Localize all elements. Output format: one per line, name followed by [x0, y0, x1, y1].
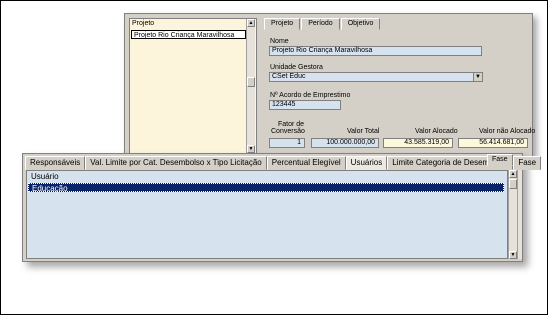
tab-val-limite[interactable]: Val. Limite por Cat. Desembolso x Tipo L… — [85, 156, 267, 170]
tab-fase[interactable]: Fase — [513, 156, 542, 170]
details-tabs: Responsáveis Val. Limite por Cat. Desemb… — [25, 156, 542, 170]
outer-scrollbar[interactable] — [517, 170, 522, 259]
valor-nao-alocado-label: Valor não Alocado — [479, 128, 536, 135]
project-list-header: Projeto — [132, 20, 155, 27]
grid-column-header[interactable]: Usuário — [28, 172, 507, 182]
tab-projeto[interactable]: Projeto — [264, 18, 301, 30]
project-list-item[interactable]: Projeto Rio Criança Maravilhosa — [131, 30, 246, 39]
fator-conversao-field[interactable]: 1 — [269, 138, 305, 148]
scroll-thumb[interactable] — [247, 77, 255, 87]
valor-alocado-field[interactable]: 43.585.319,00 — [383, 138, 453, 148]
unidade-gestora-select[interactable]: CSet Educ ▼ — [269, 72, 483, 82]
acordo-field[interactable]: 123445 — [269, 100, 341, 110]
unidade-gestora-label: Unidade Gestora — [270, 64, 323, 71]
nome-label: Nome — [270, 38, 289, 45]
tab-objetivo[interactable]: Objetivo — [340, 18, 381, 30]
project-list[interactable]: Projeto Projeto Rio Criança Maravilhosa … — [129, 18, 257, 154]
valor-alocado-label: Valor Alocado — [415, 128, 458, 135]
scroll-up-icon[interactable]: ▲ — [247, 19, 255, 27]
chevron-down-icon[interactable]: ▼ — [473, 73, 482, 81]
valor-nao-alocado-field[interactable]: 56.414.681,00 — [458, 138, 528, 148]
fator-label-line2: Conversão — [271, 128, 305, 135]
scroll-thumb[interactable] — [509, 179, 517, 189]
scroll-down-icon[interactable]: ▼ — [247, 145, 255, 153]
project-list-scrollbar[interactable]: ▲ ▼ — [246, 19, 255, 153]
details-window: Responsáveis Val. Limite por Cat. Desemb… — [22, 153, 542, 262]
fator-label-line1: Fator de — [278, 121, 305, 128]
valor-total-field[interactable]: 100.000.000,00 — [311, 138, 379, 148]
unidade-gestora-value: CSet Educ — [272, 73, 306, 80]
scroll-up-icon[interactable]: ▲ — [509, 170, 517, 178]
acordo-label: Nº Acordo de Emprestimo — [270, 92, 351, 99]
tab-responsaveis[interactable]: Responsáveis — [25, 156, 86, 170]
nome-field[interactable]: Projeto Rio Criança Maravilhosa — [269, 46, 482, 56]
tab-periodo[interactable]: Período — [301, 18, 340, 30]
grid-scrollbar[interactable]: ▲ ▼ — [508, 170, 517, 259]
tab-fase-secondary[interactable]: Fase — [487, 154, 513, 166]
usuarios-grid[interactable]: Usuário Educação — [26, 170, 508, 259]
tab-usuarios[interactable]: Usuários — [345, 156, 388, 170]
project-window: Projeto Projeto Rio Criança Maravilhosa … — [124, 13, 536, 157]
tab-percentual-elegivel[interactable]: Percentual Elegível — [266, 156, 346, 170]
valor-total-label: Valor Total — [347, 128, 380, 135]
project-tabs: Projeto Período Objetivo — [264, 18, 381, 30]
scroll-down-icon[interactable]: ▼ — [509, 251, 517, 259]
table-row[interactable]: Educação — [28, 183, 504, 193]
